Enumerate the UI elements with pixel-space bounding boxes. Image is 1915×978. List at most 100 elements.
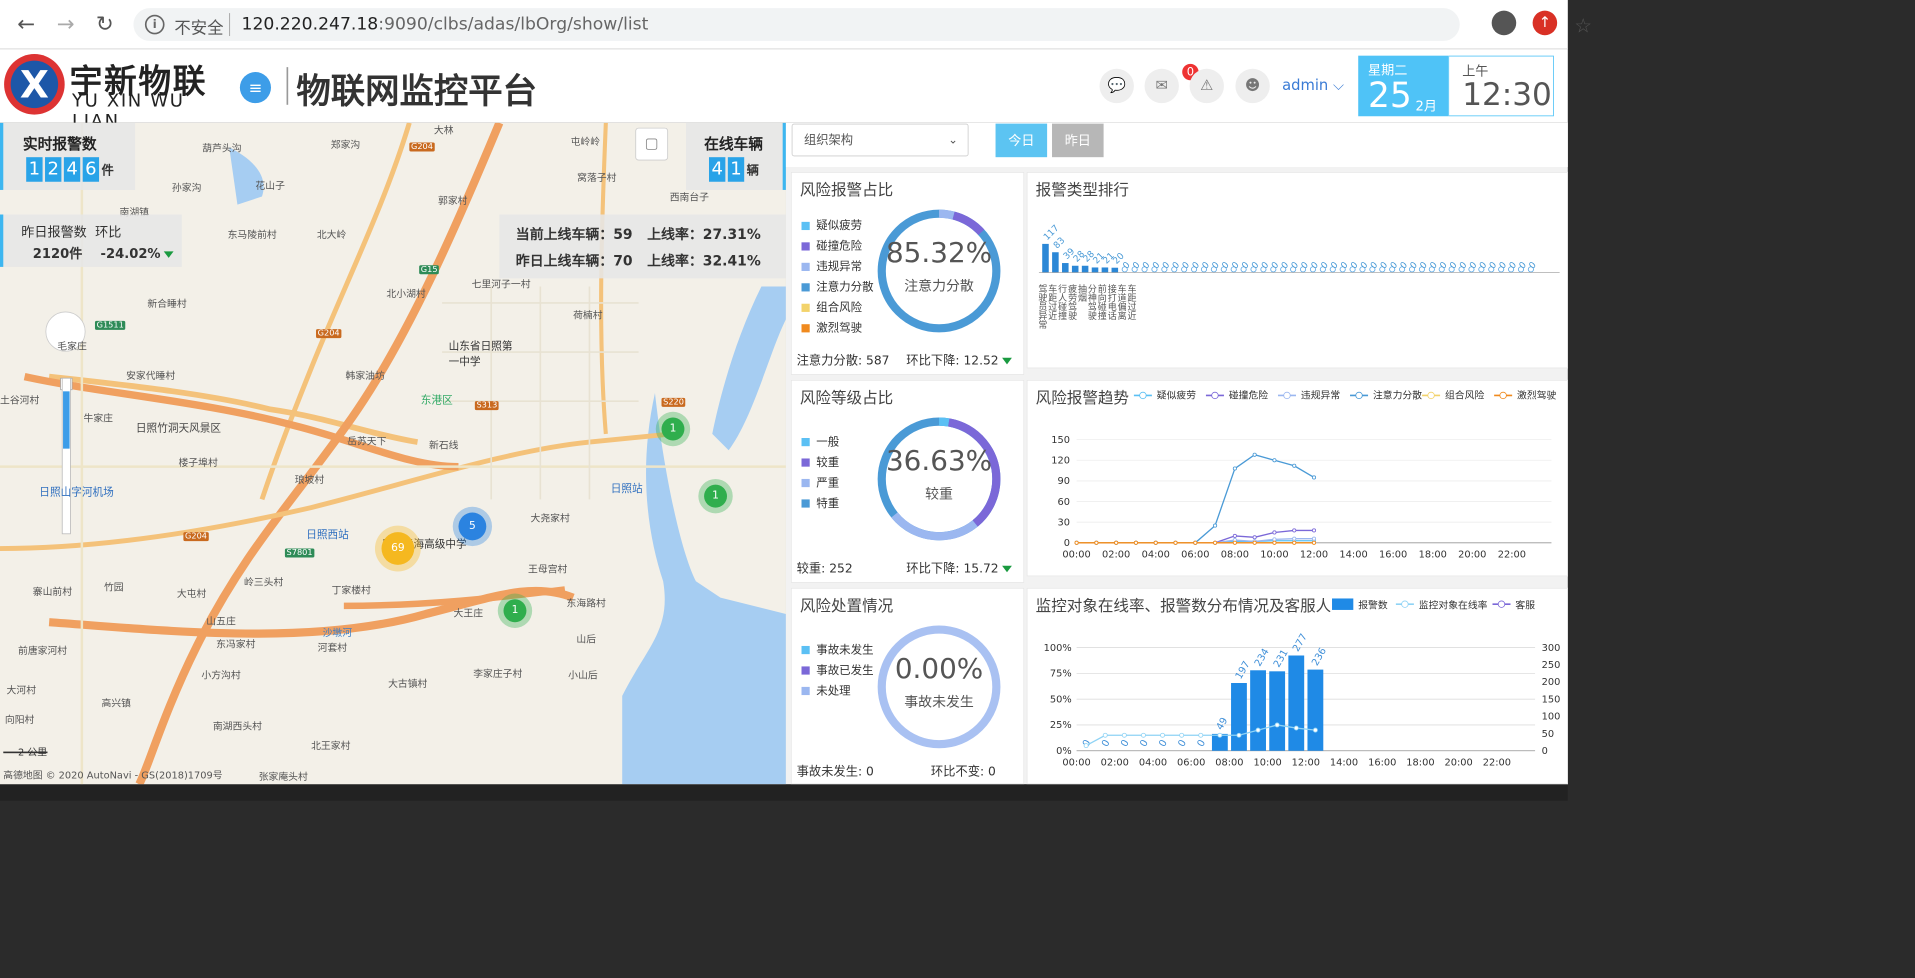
data-label: 0	[1157, 738, 1170, 749]
yesterday-alarm-box: 昨日报警数 环比 2120件 -24.02%	[0, 214, 182, 267]
legend-item[interactable]: 疑似疲劳	[801, 217, 863, 233]
today-button[interactable]: 今日	[995, 123, 1048, 158]
legend-item[interactable]: 激烈驾驶	[801, 319, 862, 335]
data-point	[1217, 732, 1223, 738]
y-tick-label: 60	[1058, 497, 1071, 508]
data-point	[1213, 540, 1218, 545]
road-tag: G204	[316, 329, 342, 339]
user-icon[interactable]: ☻	[1235, 68, 1270, 104]
place-label: 大屯村	[176, 587, 207, 600]
data-label: 0	[1300, 260, 1311, 271]
risk-share-panel: 风险报警占比 疑似疲劳 碰撞危险 违规异常 注意力分散 组合风险 激烈驾驶 85…	[790, 171, 1025, 375]
legend-item[interactable]: 违规异常	[801, 258, 862, 274]
vehicle-cluster[interactable]: 5	[458, 512, 487, 541]
place-label: 土谷河村	[0, 394, 40, 407]
account-icon[interactable]	[1491, 10, 1517, 36]
current-rate: 上线率：27.31%	[647, 226, 761, 244]
data-label: 49	[1215, 716, 1231, 732]
map-scale: 2 公里	[18, 746, 48, 759]
mail-icon[interactable]: ✉	[1144, 68, 1179, 104]
data-label: 0	[1181, 260, 1192, 271]
y-tick-label: 0%	[1056, 746, 1072, 757]
bar	[1091, 267, 1099, 273]
place-label: 河套村	[317, 641, 348, 654]
road-tag: G1511	[94, 320, 126, 330]
legend-item[interactable]: 特重	[801, 494, 839, 510]
data-label: 0	[1280, 260, 1291, 271]
legend-item[interactable]: 未处理	[801, 682, 851, 698]
data-point	[1311, 475, 1317, 480]
place-label: 楼子埠村	[178, 456, 218, 469]
data-label: 0	[1270, 260, 1281, 271]
digit: 4	[63, 157, 81, 182]
chat-icon[interactable]: 💬	[1099, 68, 1134, 104]
legend-item[interactable]: 事故已发生	[801, 662, 874, 678]
data-point	[1255, 727, 1261, 733]
legend-item[interactable]: 严重	[801, 474, 839, 490]
bar	[1071, 265, 1079, 273]
forward-button[interactable]: →	[51, 10, 80, 39]
footer-right: 环比不变: 0	[930, 763, 996, 779]
footer-left: 注意力分散: 587	[796, 352, 890, 368]
data-label: 0	[1498, 260, 1509, 271]
x-tick-label: 02:00	[1101, 757, 1129, 768]
bar	[1111, 267, 1119, 273]
x-tick-label: 08:00	[1221, 550, 1249, 561]
airport-label: 日照山字河机场	[39, 486, 114, 499]
data-label: 0	[1121, 260, 1132, 271]
x-tick-label: 12:00	[1300, 550, 1328, 561]
address-bar[interactable]: i 不安全 120.220.247.18:9090/clbs/adas/lbOr…	[133, 8, 1592, 41]
vehicle-cluster[interactable]: 69	[381, 532, 415, 565]
vehicle-cluster[interactable]: 1	[503, 599, 527, 623]
bookmark-star-icon[interactable]: ☆	[1574, 15, 1592, 38]
vehicle-cluster[interactable]: 1	[661, 417, 685, 441]
x-tick-label: 14:00	[1339, 550, 1367, 561]
y2-tick-label: 250	[1542, 660, 1561, 671]
site-info-icon[interactable]: i	[144, 14, 165, 35]
yesterday-button[interactable]: 昨日	[1052, 123, 1104, 158]
org-select[interactable]: 组织架构 ⌄	[791, 123, 969, 157]
user-menu[interactable]: admin ⌵	[1282, 77, 1344, 94]
scenic-label: 日照竹洞天风景区	[135, 422, 222, 435]
footer-right-wrap: 环比下降: 15.72	[906, 559, 1012, 576]
back-button[interactable]: ←	[11, 10, 40, 39]
place-label: 大王庄	[453, 607, 484, 619]
map-view[interactable]: 葫芦头沟 郑家沟 大林 屯岭岭 窝落子村 西南台子 孙家沟 花山子 郭家村 南湖…	[0, 122, 786, 785]
legend-item[interactable]: 组合风险	[801, 299, 862, 315]
place-label: 南湖西头村	[212, 720, 262, 732]
data-label: 0	[1508, 260, 1519, 271]
bar	[1288, 655, 1305, 751]
legend-item[interactable]: 注意力分散	[801, 278, 874, 294]
data-point	[1074, 540, 1079, 545]
place-label: 花山子	[255, 180, 285, 192]
data-label: 0	[1171, 260, 1182, 271]
data-point	[1272, 458, 1277, 463]
road-tag: G15	[419, 265, 440, 275]
data-label: 0	[1310, 260, 1321, 271]
legend-item[interactable]: 碰撞危险	[801, 237, 862, 253]
road-tag: G204	[183, 532, 209, 542]
legend-label: 疑似疲劳	[816, 219, 863, 233]
place-label: 竹园	[103, 581, 124, 593]
unit: 辆	[746, 162, 759, 178]
toolbox-icon[interactable]: ▢	[635, 127, 669, 161]
legend-item[interactable]: 较重	[801, 454, 839, 470]
tick-label: 车距过近	[1126, 283, 1137, 320]
risk-share-gauge	[877, 209, 1001, 333]
update-icon[interactable]: ↑	[1532, 10, 1558, 36]
data-label: 0	[1349, 260, 1360, 271]
legend-item[interactable]: 一般	[801, 433, 839, 449]
digit: 4	[708, 157, 726, 182]
series-line	[1076, 454, 1315, 544]
vehicle-cluster[interactable]: 1	[704, 484, 728, 508]
x-tick-label: 14:00	[1330, 757, 1358, 768]
legend-item[interactable]: 事故未发生	[801, 641, 874, 657]
alarm-light-icon[interactable]: ⚠	[1189, 68, 1224, 104]
reload-button[interactable]: ↻	[90, 10, 119, 39]
menu-toggle-button[interactable]: ≡	[239, 72, 271, 104]
place-label: 山东省日照第一中学	[448, 340, 513, 369]
disposal-gauge	[877, 625, 1001, 749]
footer-right: 环比下降: 12.52	[906, 352, 999, 368]
url-path: :9090/clbs/adas/lbOrg/show/list	[378, 13, 649, 34]
bar	[1081, 265, 1089, 273]
